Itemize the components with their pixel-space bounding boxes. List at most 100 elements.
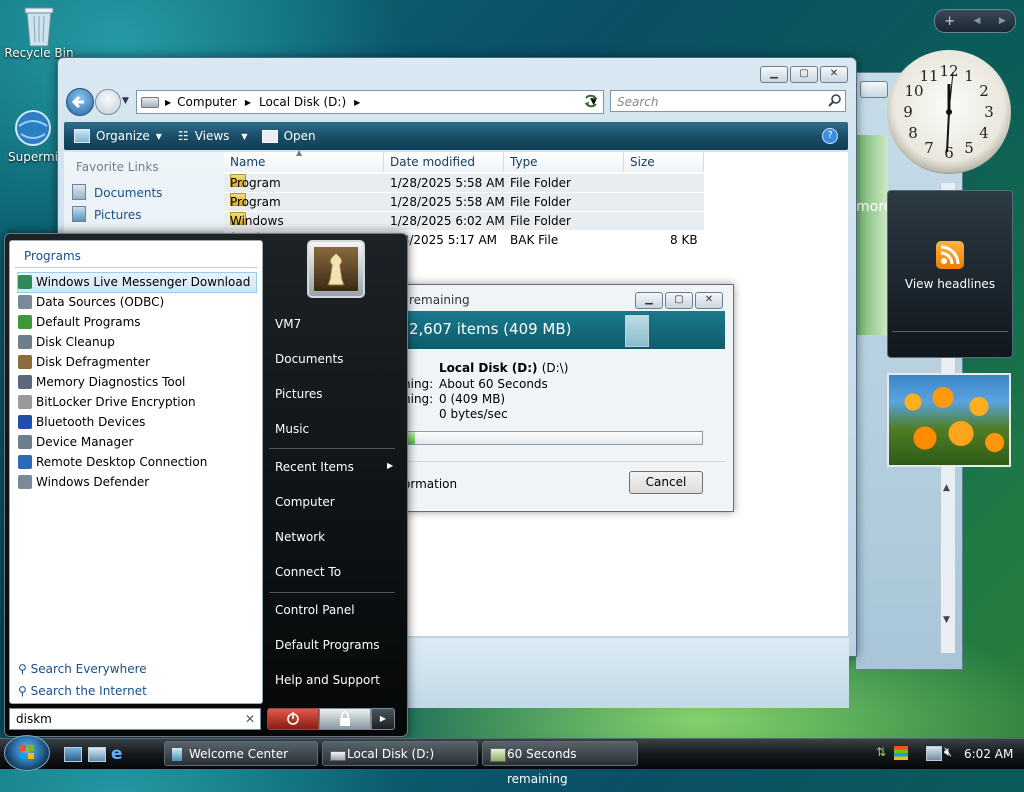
start-item-help-and-support[interactable]: Help and Support: [275, 673, 380, 687]
maximize-button[interactable]: ▢: [665, 292, 693, 309]
dialog-title: remaining: [409, 293, 470, 307]
drive-icon: [141, 96, 159, 108]
clock-gadget[interactable]: 12 1 2 345 678 9 10 11: [887, 50, 1011, 174]
forward-button[interactable]: [95, 89, 121, 115]
taskbar-clock[interactable]: 6:02 AM: [964, 747, 1013, 761]
address-bar[interactable]: ▶ Computer ▶ Local Disk (D:) ▶ ▼: [136, 90, 604, 114]
start-search-input[interactable]: diskm: [9, 708, 261, 730]
close-button[interactable]: ✕: [695, 292, 723, 309]
refresh-button[interactable]: [580, 90, 602, 112]
start-button[interactable]: [4, 735, 50, 771]
show-desktop-icon[interactable]: [64, 747, 82, 762]
program-item[interactable]: Disk Defragmenter: [18, 353, 256, 372]
search-everywhere-link[interactable]: ⚲ Search Everywhere: [18, 662, 147, 676]
network-icon[interactable]: ⇅: [876, 745, 890, 759]
scroll-up-icon[interactable]: ▲: [943, 483, 952, 497]
open-button[interactable]: Open: [261, 129, 316, 143]
column-header-size[interactable]: Size: [624, 152, 704, 172]
program-item[interactable]: BitLocker Drive Encryption: [18, 393, 256, 412]
file-date: 1/28/2025 6:02 AM: [390, 214, 505, 228]
program-item[interactable]: Device Manager: [18, 433, 256, 452]
column-header-name[interactable]: Name: [224, 152, 384, 172]
previous-icon[interactable]: ◀: [974, 16, 981, 26]
start-item-pictures[interactable]: Pictures: [275, 387, 323, 401]
drive-icon: [330, 751, 346, 761]
program-item[interactable]: Data Sources (ODBC): [18, 293, 256, 312]
clear-search-icon[interactable]: ✕: [245, 712, 255, 726]
program-icon: [18, 475, 32, 489]
table-row[interactable]: Windows 1/28/2025 6:02 AM File Folder: [224, 212, 704, 230]
start-item-default-programs[interactable]: Default Programs: [275, 638, 380, 652]
nav-item-documents[interactable]: Documents: [72, 184, 162, 200]
breadcrumb-local-disk[interactable]: Local Disk (D:): [259, 95, 346, 109]
program-item[interactable]: Default Programs: [18, 313, 256, 332]
taskbar-item-welcome-center[interactable]: Welcome Center: [164, 741, 318, 766]
nav-item-pictures[interactable]: Pictures: [72, 206, 142, 222]
switch-windows-icon[interactable]: [88, 747, 106, 762]
next-icon[interactable]: ▶: [999, 16, 1006, 26]
user-picture[interactable]: [307, 240, 365, 298]
maximize-button[interactable]: ▢: [790, 66, 818, 83]
table-row[interactable]: Program Files 1/28/2025 5:58 AM File Fol…: [224, 174, 704, 208]
views-button[interactable]: ☷ Views ▼: [178, 129, 248, 143]
help-icon[interactable]: ?: [822, 128, 838, 144]
add-gadget-icon[interactable]: +: [944, 14, 955, 29]
start-item-control-panel[interactable]: Control Panel: [275, 603, 355, 617]
program-label: Disk Defragmenter: [36, 355, 151, 369]
start-item-network[interactable]: Network: [275, 530, 325, 544]
start-item-documents[interactable]: Documents: [275, 352, 343, 366]
internet-explorer-icon[interactable]: e: [111, 744, 123, 764]
slideshow-gadget[interactable]: [887, 373, 1011, 467]
program-item[interactable]: Windows Defender: [18, 473, 256, 492]
power-button[interactable]: [267, 708, 319, 730]
minimize-button[interactable]: ▁: [760, 66, 788, 83]
feed-headlines-gadget[interactable]: View headlines: [887, 190, 1013, 358]
file-type: BAK File: [510, 233, 559, 247]
search-icon[interactable]: [828, 93, 842, 110]
file-size: 8 KB: [670, 233, 698, 247]
program-label: Bluetooth Devices: [36, 415, 146, 429]
search-input[interactable]: Search: [610, 90, 846, 112]
start-item-music[interactable]: Music: [275, 422, 309, 436]
program-icon: [18, 275, 32, 289]
clock-face: 12 12 345 678 91011: [903, 62, 994, 162]
minimize-button[interactable]: [860, 81, 888, 98]
close-button[interactable]: ✕: [820, 66, 848, 83]
copy-progress-dialog[interactable]: remaining ▁ ▢ ✕ 2,607 items (409 MB) Loc…: [398, 284, 734, 512]
start-user-name[interactable]: VM7: [275, 317, 301, 331]
program-item[interactable]: Remote Desktop Connection: [18, 453, 256, 472]
views-label: Views: [194, 129, 230, 143]
column-header-date[interactable]: Date modified: [384, 152, 504, 172]
desktop-icon-recycle-bin[interactable]: Recycle Bin: [4, 4, 74, 60]
program-item[interactable]: Memory Diagnostics Tool: [18, 373, 256, 392]
back-button[interactable]: [66, 88, 94, 116]
column-header-type[interactable]: Type: [504, 152, 624, 172]
scroll-down-icon[interactable]: ▼: [943, 615, 952, 629]
breadcrumb-computer[interactable]: Computer: [177, 95, 237, 109]
search-internet-link[interactable]: ⚲ Search the Internet: [18, 684, 147, 698]
volume-muted-icon[interactable]: 🔇︎: [944, 745, 952, 760]
lock-button[interactable]: [319, 708, 371, 730]
shutdown-options-button[interactable]: ▶: [371, 708, 395, 730]
organize-button[interactable]: Organize ▼: [74, 129, 162, 143]
start-item-computer[interactable]: Computer: [275, 495, 335, 509]
recent-pages-chevron-icon[interactable]: ▼: [122, 96, 129, 106]
command-bar: Organize ▼ ☷ Views ▼ Open ?: [64, 122, 848, 150]
copy-destination: Local Disk (D:) (D:\): [439, 361, 568, 375]
start-item-connect-to[interactable]: Connect To: [275, 565, 341, 579]
table-row[interactable]: Program Files (x86) 1/28/2025 5:58 AM Fi…: [224, 193, 704, 245]
display-icon[interactable]: [926, 746, 942, 761]
view-headlines-label[interactable]: View headlines: [888, 277, 1012, 291]
cancel-button[interactable]: Cancel: [629, 471, 703, 494]
start-item-recent-items[interactable]: Recent Items: [275, 460, 354, 474]
more-information-toggle[interactable]: ormation: [403, 477, 457, 491]
program-item[interactable]: Windows Live Messenger Download: [17, 272, 257, 293]
program-item[interactable]: Bluetooth Devices: [18, 413, 256, 432]
welcome-center-icon: [172, 748, 182, 761]
program-item[interactable]: Disk Cleanup: [18, 333, 256, 352]
chevron-down-icon: ▼: [241, 131, 248, 141]
minimize-button[interactable]: ▁: [635, 292, 663, 309]
power-buttons: ▶: [267, 708, 395, 730]
security-center-icon[interactable]: [894, 746, 908, 760]
notification-area: ⇅ 🔇︎ 6:02 AM: [870, 739, 1024, 769]
